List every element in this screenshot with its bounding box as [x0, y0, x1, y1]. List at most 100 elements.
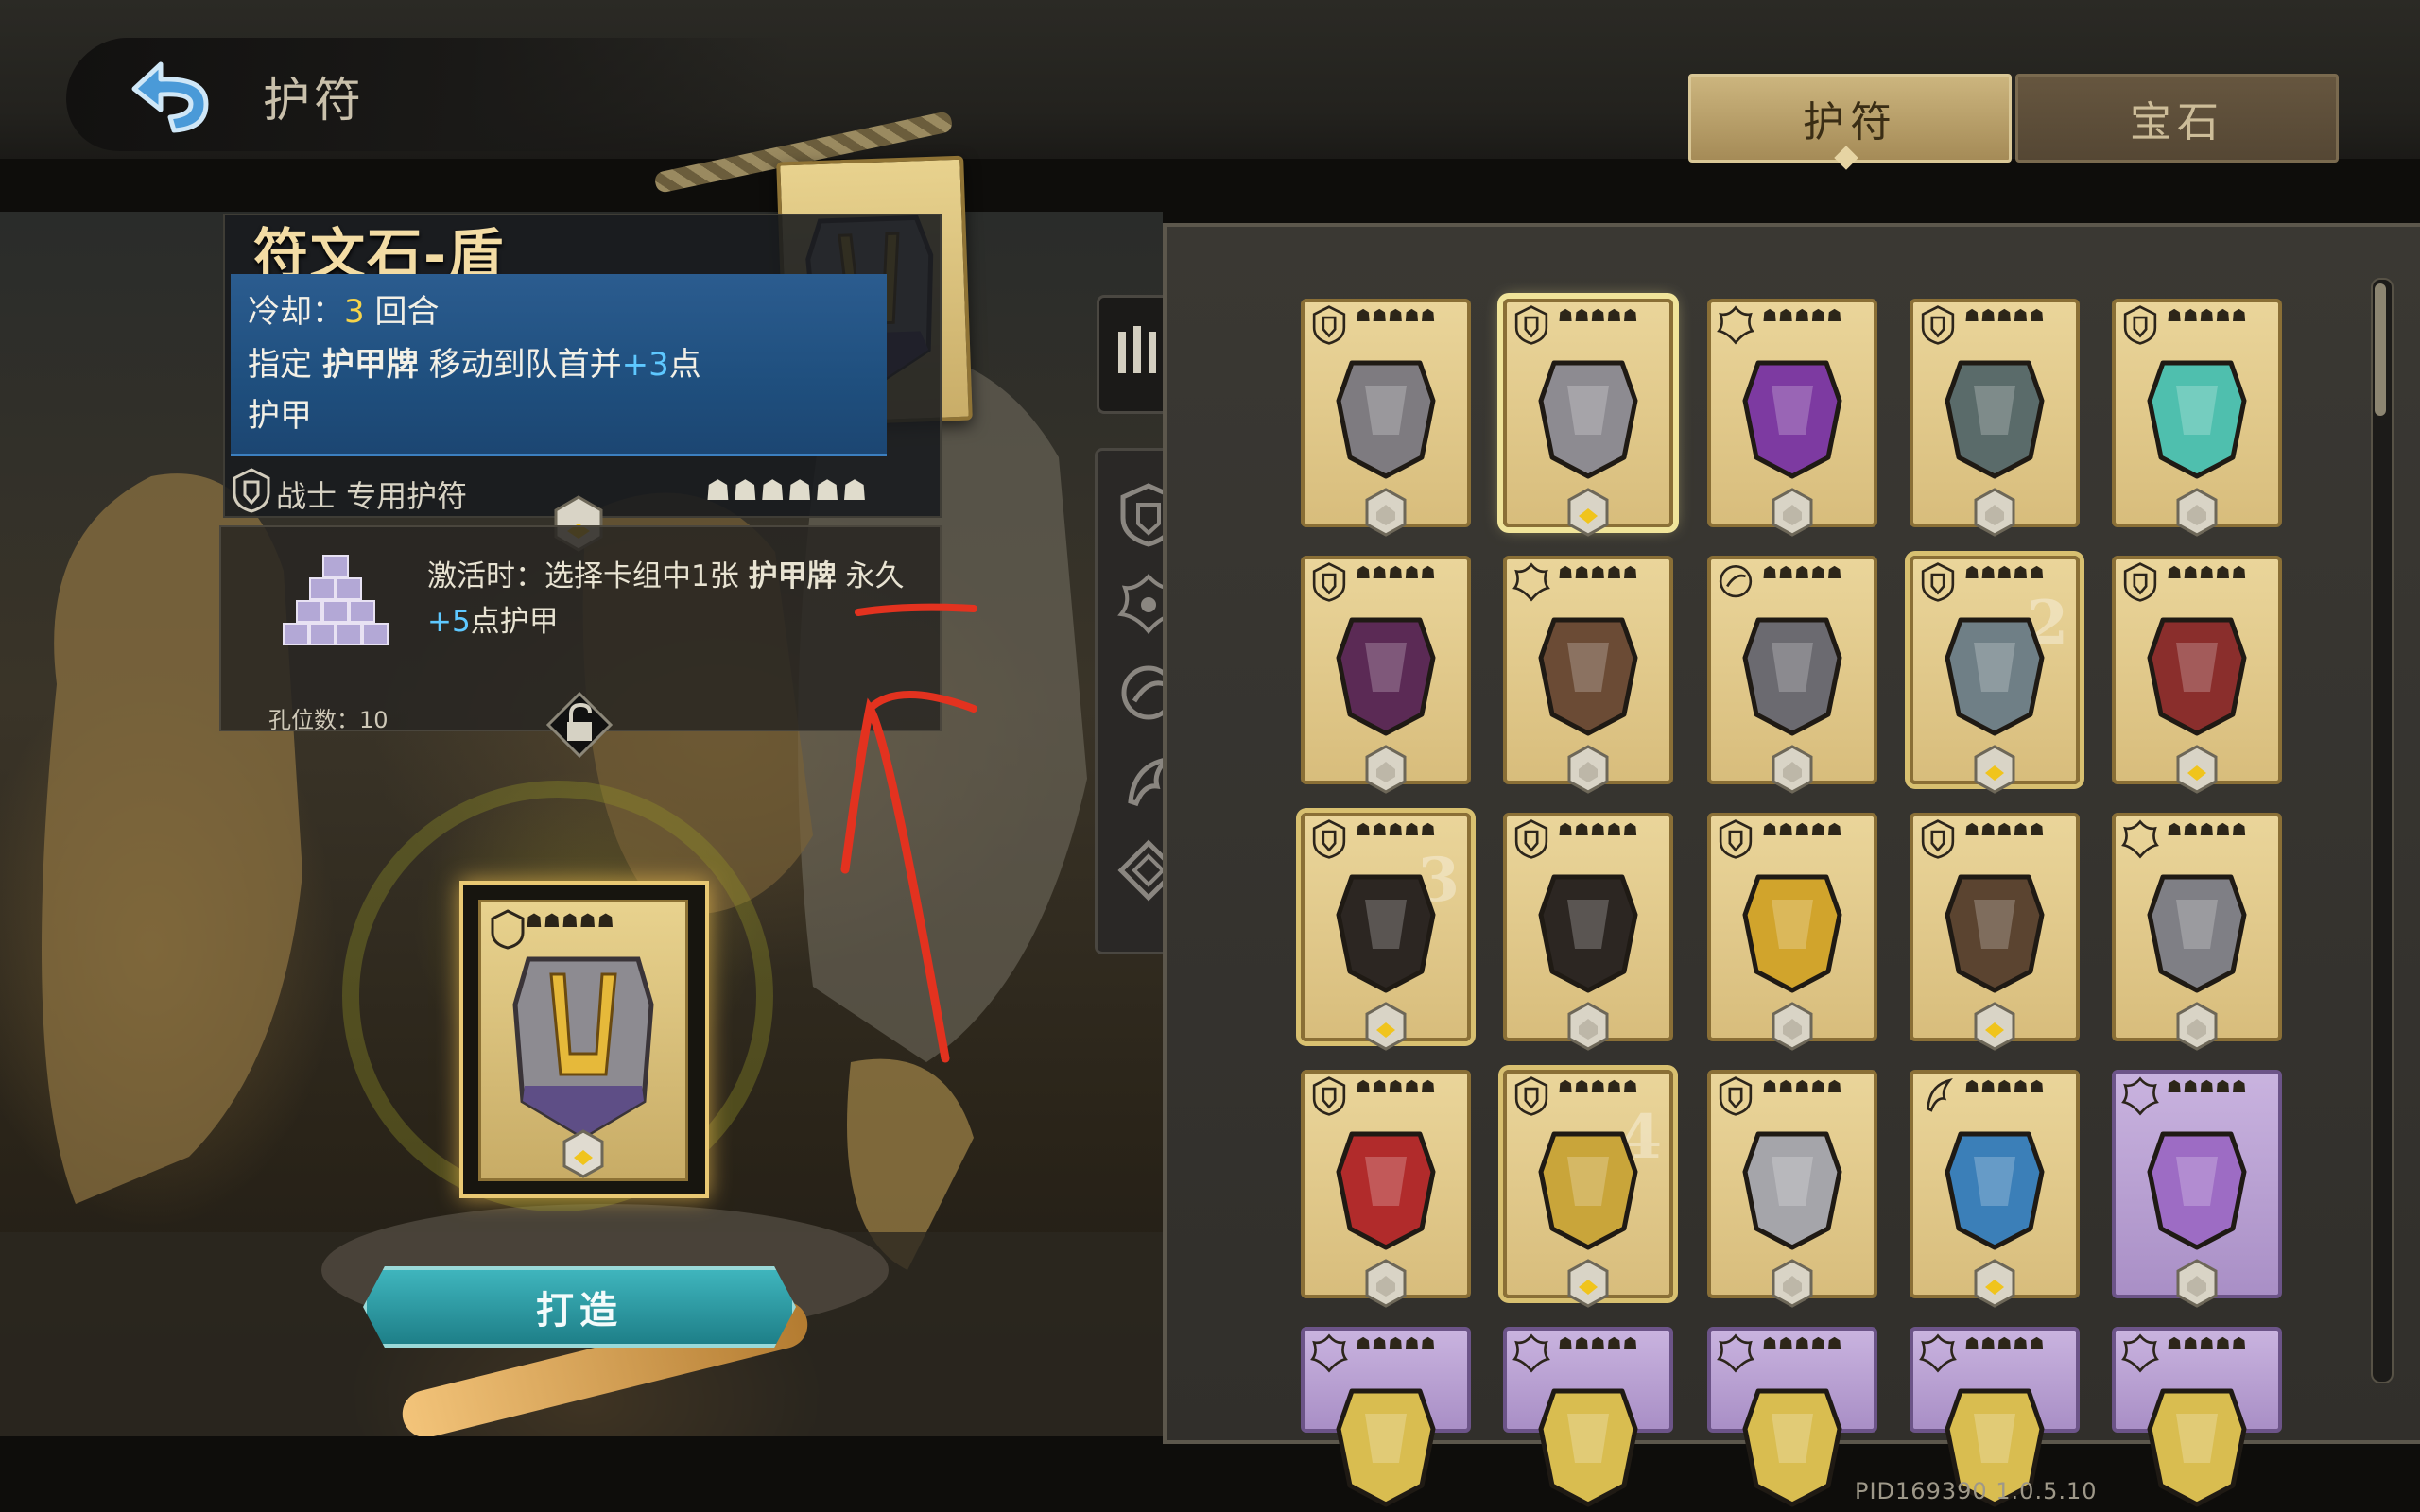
- card-stars: ☗☗☗☗☗: [1558, 1077, 1639, 1097]
- charm-card-clockwork-orb[interactable]: ☗☗☗☗☗: [1503, 556, 1673, 794]
- violet-mirror-icon: [2147, 1131, 2247, 1250]
- chain-pendant-icon: [1945, 360, 2045, 479]
- runestone-shield-icon: [1538, 360, 1638, 479]
- gem-slot-hex-icon: [562, 1129, 604, 1178]
- charm-card-clover-shield-3[interactable]: ☗☗☗☗☗: [1707, 1327, 1877, 1507]
- forge-card[interactable]: [478, 900, 688, 1181]
- card-stars: ☗☗☗☗☗: [1964, 563, 2046, 583]
- card-stars: ☗☗☗☗☗: [1356, 820, 1437, 840]
- charm-card-red-crystal-cloak[interactable]: ☗☗☗☗☗: [1301, 556, 1471, 794]
- gem-slot-hex-icon: [1567, 1259, 1609, 1308]
- eye-automaton-icon: [1742, 617, 1842, 736]
- effect-line-2: 护甲: [248, 397, 312, 435]
- cooldown-line: 冷却：3 回合: [248, 285, 439, 332]
- charm-card-gauntlet-hook[interactable]: ☗☗☗☗☗ 2: [1910, 556, 2080, 794]
- gem-slot-hex-icon: [2176, 1259, 2218, 1308]
- warrior-class-icon: [1514, 305, 1548, 345]
- gem-slot-hex-icon: [2176, 488, 2218, 537]
- gem-slot-hex-icon: [1567, 1002, 1609, 1051]
- warrior-class-icon: [1312, 305, 1346, 345]
- card-stars: ☗☗☗☗☗: [2167, 306, 2248, 326]
- charm-card-clover-shield-4[interactable]: ☗☗☗☗☗: [1910, 1327, 2080, 1507]
- charm-card-war-banner-2[interactable]: ☗☗☗☗☗: [1503, 813, 1673, 1051]
- charm-card-clover-shield-5[interactable]: ☗☗☗☗☗: [2112, 1327, 2282, 1507]
- mage-class-icon: [1512, 562, 1550, 602]
- activation-effect-line-2: +5点护甲: [427, 597, 559, 640]
- card-stars: ☗☗☗☗☗: [1964, 820, 2046, 840]
- gem-slot-hex-icon: [1772, 745, 1813, 794]
- gem-slot-hex-icon: [1974, 1002, 2015, 1051]
- card-stars: ☗☗☗☗☗: [2167, 563, 2248, 583]
- warrior-class-icon: [1514, 1076, 1548, 1116]
- cooldown-value: 3: [344, 293, 365, 331]
- gauntlet-hook-icon: [1945, 617, 2045, 736]
- rogue-class-icon: [1719, 564, 1753, 598]
- card-stars: ☗☗☗☗☗: [1356, 1077, 1437, 1097]
- charm-card-clover-shield-2[interactable]: ☗☗☗☗☗: [1503, 1327, 1673, 1507]
- effect-text: 移动到队首并: [428, 346, 622, 384]
- gem-slot-hex-icon: [2176, 745, 2218, 794]
- charm-card-eye-automaton[interactable]: ☗☗☗☗☗: [1707, 556, 1877, 794]
- gem-slot-hex-icon: [1772, 488, 1813, 537]
- charm-card-red-armor-gauntlet[interactable]: ☗☗☗☗☗: [2112, 556, 2282, 794]
- mage-class-icon: [2121, 1076, 2159, 1116]
- charm-card-crystal-lantern[interactable]: ☗☗☗☗☗: [2112, 299, 2282, 537]
- charm-card-gold-cube-arm[interactable]: ☗☗☗☗☗: [1707, 813, 1877, 1051]
- charm-card-ruby-ring[interactable]: ☗☗☗☗☗: [1301, 1070, 1471, 1308]
- gem-slot-hex-icon: [1772, 1002, 1813, 1051]
- back-button[interactable]: [115, 55, 219, 140]
- gem-slot-hex-icon: [1567, 488, 1609, 537]
- charm-card-steel-gauntlet[interactable]: ☗☗☗☗☗: [1707, 1070, 1877, 1308]
- effect-text: 点: [668, 346, 701, 384]
- charm-card-leather-tome[interactable]: ☗☗☗☗☗: [1910, 813, 2080, 1051]
- warrior-class-icon: [1719, 1076, 1753, 1116]
- unlock-icon[interactable]: [546, 692, 613, 758]
- card-stars: ☗☗☗☗☗: [2167, 820, 2248, 840]
- card-stars: ☗☗☗☗☗: [1558, 563, 1639, 583]
- warrior-class-icon: [1921, 305, 1955, 345]
- grid-scrollbar[interactable]: [2371, 278, 2394, 1383]
- card-stars: ☗☗☗☗☗: [1964, 306, 2046, 326]
- effect-keyword: 护甲牌: [321, 346, 419, 384]
- poet-class-icon: [1927, 1078, 1953, 1112]
- charm-card-purple-chain-charm[interactable]: ☗☗☗☗☗: [1707, 299, 1877, 537]
- warrior-class-icon: [2123, 305, 2157, 345]
- forge-button[interactable]: 打造: [363, 1266, 796, 1348]
- activation-keyword: 护甲牌: [748, 559, 837, 593]
- card-stars: ☗☗☗☗☗: [1964, 1334, 2046, 1354]
- charm-card-steel-hammer[interactable]: ☗☗☗☗☗: [2112, 813, 2282, 1051]
- activation-text: 点护甲: [470, 605, 559, 639]
- gold-cube-arm-icon: [1742, 874, 1842, 993]
- clover-shield-5-icon: [2147, 1388, 2247, 1507]
- tab-gem[interactable]: 宝石: [2015, 74, 2339, 163]
- golden-amulet-icon: [1538, 1131, 1638, 1250]
- charm-card-golden-amulet[interactable]: ☗☗☗☗☗ 4: [1503, 1070, 1673, 1308]
- red-crystal-cloak-icon: [1336, 617, 1436, 736]
- mage-class-icon: [1717, 1333, 1754, 1373]
- cooldown-unit: 回合: [374, 293, 440, 331]
- gem-slot-hex-icon: [1772, 1259, 1813, 1308]
- charm-class-label: 战士 专用护符: [276, 478, 468, 514]
- card-stars: ☗☗☗☗☗: [1356, 306, 1437, 326]
- warrior-class-icon: [1312, 1076, 1346, 1116]
- gem-slot-hex-icon: [1567, 745, 1609, 794]
- back-arrow-icon: [131, 61, 209, 133]
- charm-card-stone-shield-charm[interactable]: ☗☗☗☗☗: [1301, 299, 1471, 537]
- mage-class-icon: [1310, 1333, 1348, 1373]
- charm-card-runestone-shield[interactable]: ☗☗☗☗☗: [1503, 299, 1673, 537]
- grid-scroll-thumb[interactable]: [2375, 284, 2386, 416]
- version-label: PID169390 1.0.5.10: [1855, 1478, 2098, 1504]
- card-stars: ☗☗☗☗☗: [1356, 563, 1437, 583]
- charm-card-war-banner[interactable]: ☗☗☗☗☗ 3: [1301, 813, 1471, 1051]
- charm-card-clover-shield[interactable]: ☗☗☗☗☗: [1301, 1327, 1471, 1507]
- warrior-class-icon: [1921, 562, 1955, 602]
- charm-card-vortex-tome[interactable]: ☗☗☗☗☗: [1910, 1070, 2080, 1308]
- purple-chain-charm-icon: [1742, 360, 1842, 479]
- activation-value: +5: [427, 605, 471, 639]
- card-stars: ☗☗☗☗☗: [1558, 1334, 1639, 1354]
- charm-card-chain-pendant[interactable]: ☗☗☗☗☗: [1910, 299, 2080, 537]
- gem-slot-hex-icon: [1974, 1259, 2015, 1308]
- clover-shield-3-icon: [1742, 1388, 1842, 1507]
- charm-card-violet-mirror[interactable]: ☗☗☗☗☗: [2112, 1070, 2282, 1308]
- mage-class-icon: [1919, 1333, 1957, 1373]
